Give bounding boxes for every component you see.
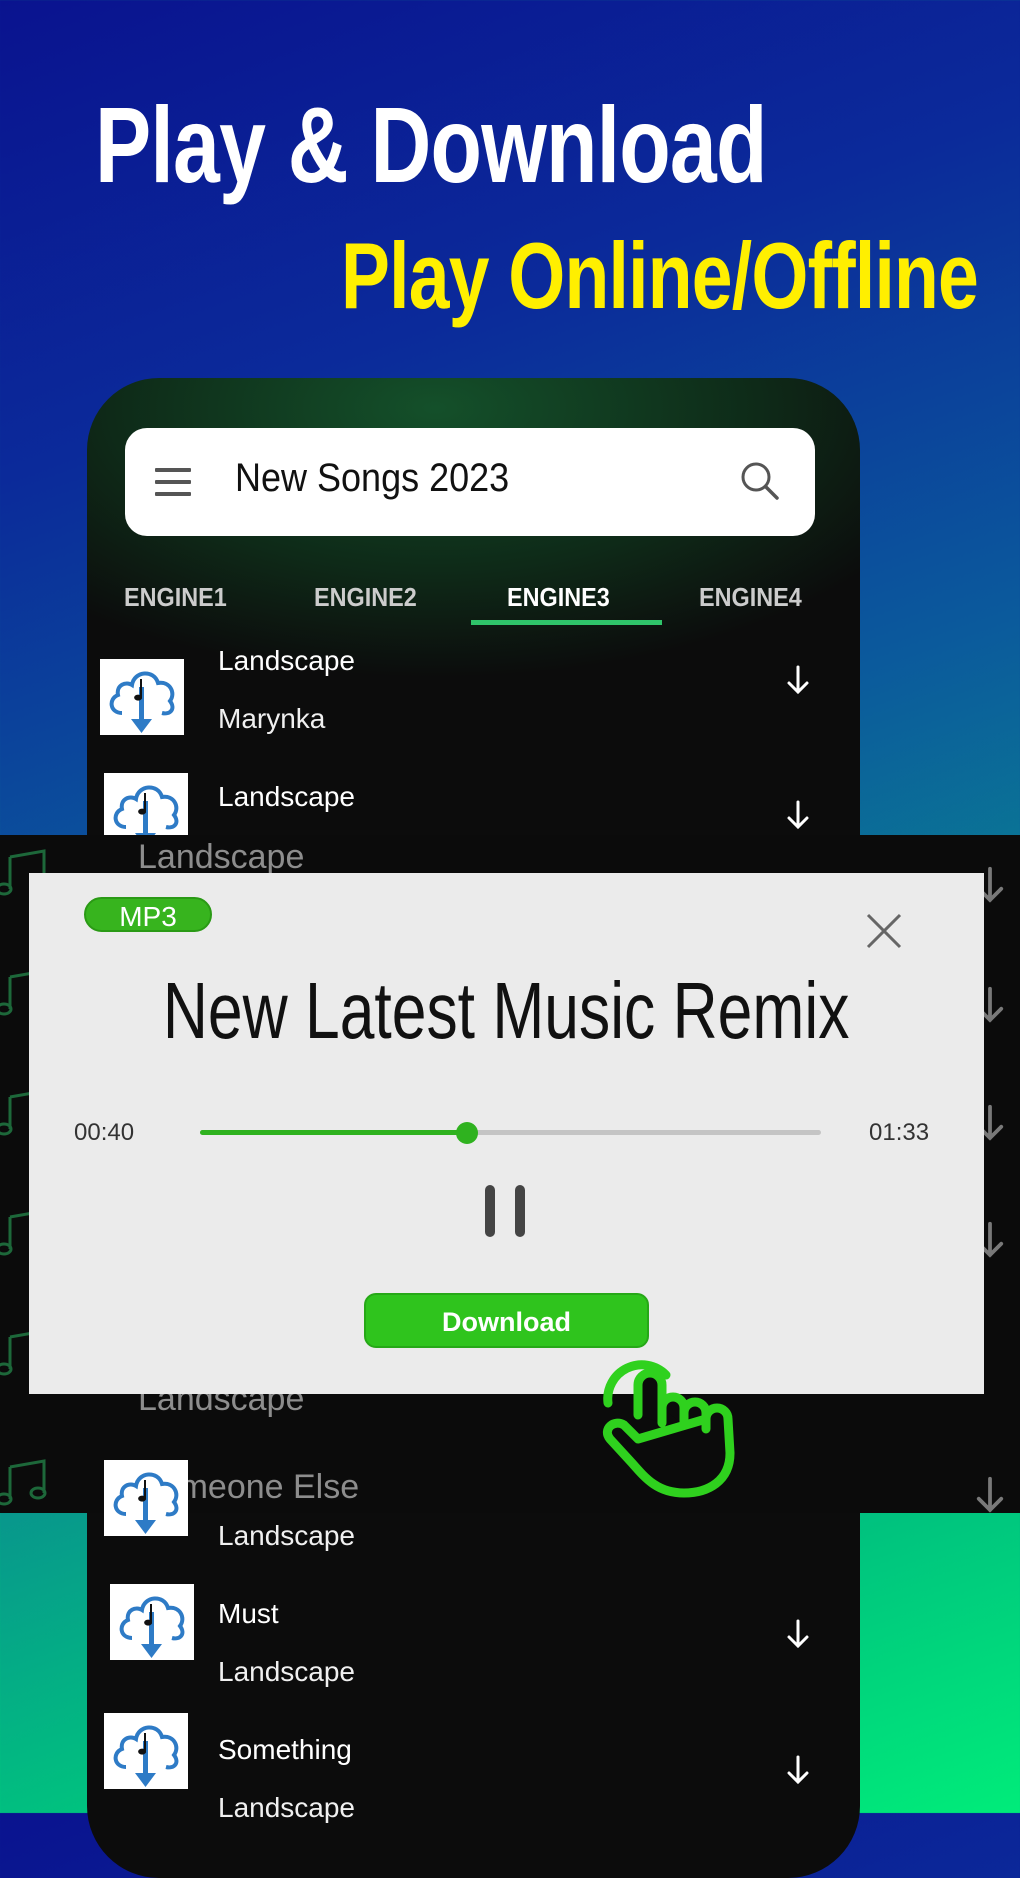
cloud-download-thumbnail-icon [100, 659, 184, 735]
download-arrow-icon[interactable] [786, 1619, 810, 1649]
seek-slider[interactable] [200, 1122, 821, 1144]
cloud-download-thumbnail-icon [104, 1460, 188, 1536]
cloud-download-thumbnail-icon [104, 1713, 188, 1789]
download-arrow-icon[interactable] [786, 800, 810, 830]
download-arrow-icon[interactable] [786, 665, 810, 695]
dialog-title: New Latest Music Remix [29, 965, 984, 1057]
tab-engine4[interactable]: ENGINE4 [699, 582, 802, 613]
background-song-title: Landscape [138, 838, 305, 876]
cloud-download-thumbnail-icon [110, 1584, 194, 1660]
song-artist: Landscape [218, 1656, 356, 1687]
menu-icon[interactable] [155, 468, 191, 496]
active-tab-indicator [471, 620, 662, 625]
song-title: Landscape [218, 645, 356, 676]
duration-time: 01:33 [869, 1119, 930, 1146]
headline: Play & Download [95, 84, 767, 205]
download-arrow-icon[interactable] [786, 1755, 810, 1785]
song-title: Landscape [218, 781, 356, 812]
track-title: New Latest Music Remix [163, 966, 850, 1055]
song-artist: Landscape [218, 1520, 356, 1551]
search-bar[interactable]: New Songs 2023 [125, 428, 815, 536]
music-note-icon [0, 1455, 48, 1507]
search-input[interactable]: New Songs 2023 [235, 456, 509, 501]
elapsed-time: 00:40 [74, 1119, 135, 1146]
seek-handle[interactable] [456, 1122, 479, 1144]
song-artist: Landscape [218, 1792, 356, 1823]
close-icon[interactable] [864, 911, 904, 951]
song-title: Must [218, 1598, 279, 1629]
format-badge: MP3 [84, 897, 212, 932]
download-button[interactable]: Download [364, 1293, 649, 1348]
song-artist: Marynka [218, 703, 326, 734]
download-arrow-icon [975, 1475, 1005, 1513]
subheadline: Play Online/Offline [341, 223, 979, 328]
player-dialog: MP3 New Latest Music Remix 00:40 01:33 D… [29, 873, 984, 1394]
tab-engine2[interactable]: ENGINE2 [314, 582, 417, 613]
tab-engine1[interactable]: ENGINE1 [124, 582, 227, 613]
song-title: Something [218, 1734, 352, 1765]
seek-progress [200, 1130, 468, 1135]
search-icon[interactable] [739, 460, 781, 502]
tap-hand-icon [602, 1360, 735, 1498]
pause-button[interactable] [485, 1185, 527, 1237]
tab-engine3[interactable]: ENGINE3 [507, 582, 610, 613]
